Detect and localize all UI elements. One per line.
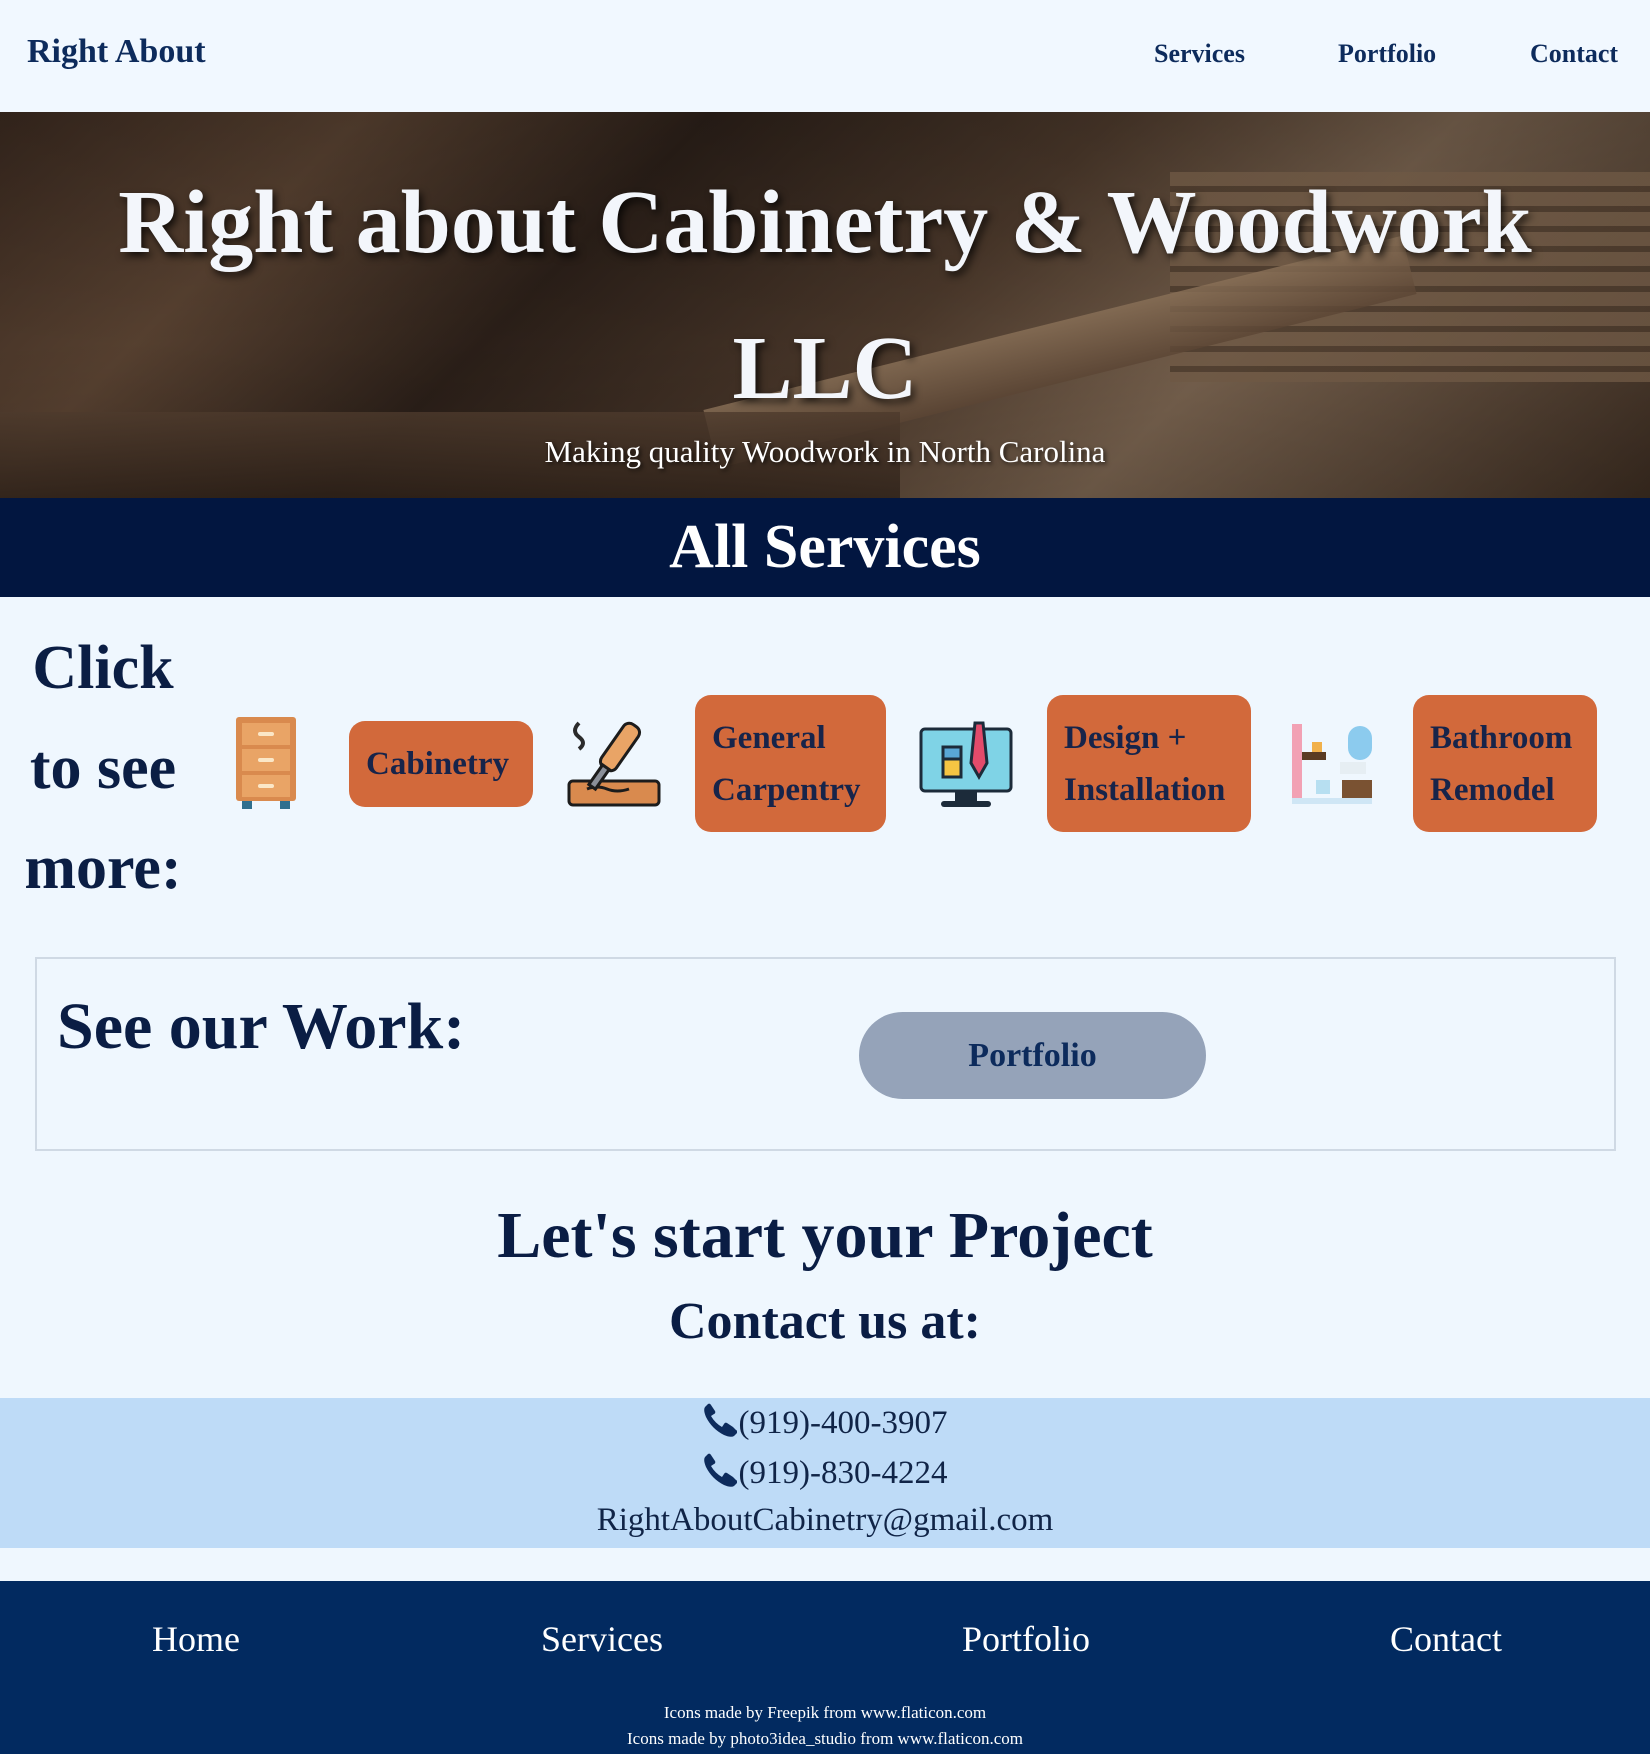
hero-banner: Right about Cabinetry & Woodwork LLC Mak… [0, 112, 1650, 498]
design-installation-button-label: Design + Installation [1064, 712, 1225, 816]
hero-title-line-2: LLC [732, 319, 918, 418]
footer: Home Services Portfolio Contact Icons ma… [0, 1581, 1650, 1754]
icon-credit-freepik: Icons made by Freepik from www.flaticon.… [663, 1703, 987, 1722]
design-installation-label-line-2: Installation [1064, 771, 1226, 808]
phone-icon [703, 1403, 737, 1446]
bathroom-remodel-label-line-2: Remodel [1430, 771, 1555, 808]
bathroom-remodel-button-label: Bathroom Remodel [1430, 712, 1572, 816]
icon-credit-photo3idea: Icons made by photo3idea_studio from www… [627, 1729, 1023, 1748]
phone-number-2[interactable]: (919)-830-4224 [739, 1455, 948, 1491]
design-installation-button[interactable]: Design + Installation [1047, 695, 1251, 832]
general-carpentry-button-label: General Carpentry [712, 712, 860, 816]
click-prompt-line-2: to see [29, 734, 177, 802]
nav-link-services[interactable]: Services [1154, 39, 1245, 69]
click-prompt-line-1: Click [32, 634, 174, 702]
top-navbar: Right About Services Portfolio Contact [0, 0, 1650, 112]
portfolio-button[interactable]: Portfolio [859, 1012, 1206, 1099]
general-carpentry-label-line-2: Carpentry [712, 771, 861, 808]
general-carpentry-label-line-1: General [712, 719, 826, 756]
portfolio-section-title: See our Work: [57, 990, 466, 1063]
footer-link-home[interactable]: Home [152, 1618, 240, 1660]
hero-subtitle: Making quality Woodwork in North Carolin… [544, 434, 1106, 469]
click-prompt-line-3: more: [24, 834, 182, 902]
bathroom-remodel-label-line-1: Bathroom [1430, 719, 1573, 756]
footer-link-contact[interactable]: Contact [1390, 1618, 1502, 1660]
nav-link-contact[interactable]: Contact [1530, 39, 1618, 69]
all-services-heading: All Services [669, 513, 981, 581]
phone-icon [703, 1453, 737, 1496]
click-prompt: Click to see more: [18, 618, 188, 918]
all-services-banner: All Services [0, 498, 1650, 597]
cabinetry-button[interactable]: Cabinetry [349, 721, 533, 807]
brand-logo-text[interactable]: Right About [27, 33, 206, 71]
bathroom-icon[interactable] [1290, 722, 1374, 811]
hero-title: Right about Cabinetry & Woodwork LLC [0, 150, 1650, 442]
cabinetry-button-label: Cabinetry [366, 746, 509, 782]
bathroom-remodel-button[interactable]: Bathroom Remodel [1413, 695, 1597, 832]
phone-line-1: (919)-400-3907 [0, 1403, 1650, 1446]
design-monitor-icon[interactable] [919, 717, 1013, 814]
cta-title: Let's start your Project [497, 1199, 1153, 1272]
nav-link-portfolio[interactable]: Portfolio [1338, 39, 1436, 69]
wood-chisel-icon[interactable] [567, 717, 661, 814]
email-address[interactable]: RightAboutCabinetry@gmail.com [0, 1502, 1650, 1539]
cabinet-drawers-icon[interactable] [232, 717, 300, 814]
portfolio-section: See our Work: Portfolio [35, 957, 1616, 1151]
phone-number-1[interactable]: (919)-400-3907 [739, 1405, 948, 1441]
design-installation-label-line-1: Design + [1064, 719, 1187, 756]
general-carpentry-button[interactable]: General Carpentry [695, 695, 886, 832]
cta-subtitle: Contact us at: [669, 1293, 981, 1350]
footer-link-services[interactable]: Services [541, 1618, 663, 1660]
hero-title-line-1: Right about Cabinetry & Woodwork [118, 173, 1532, 272]
phone-line-2: (919)-830-4224 [0, 1453, 1650, 1496]
contact-info-band: (919)-400-3907 (919)-830-4224 RightAbout… [0, 1398, 1650, 1548]
footer-link-portfolio[interactable]: Portfolio [962, 1618, 1090, 1660]
